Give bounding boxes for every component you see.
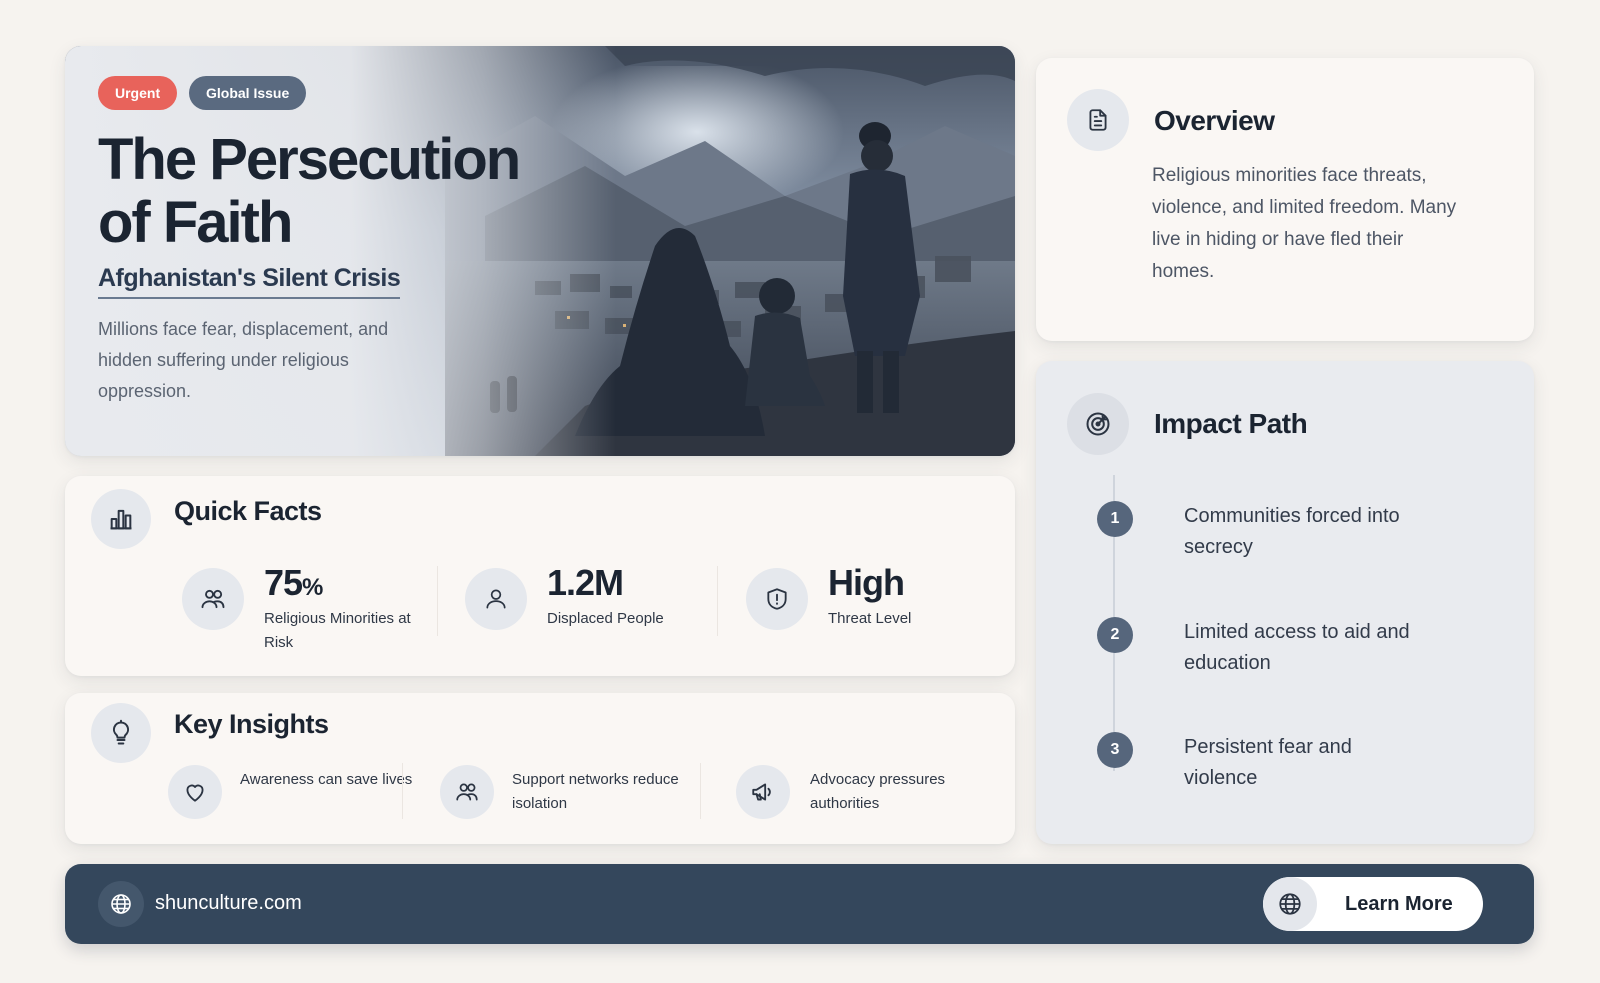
quick-facts-title: Quick Facts [174, 496, 322, 526]
impact-path-title: Impact Path [1154, 408, 1308, 439]
shield-alert-icon [746, 568, 808, 630]
fact-value-number: High [828, 562, 905, 603]
insight-text: Support networks reduce isolation [512, 771, 679, 812]
footer-bar: shunculture.com Learn More [65, 864, 1534, 944]
global-issue-badge: Global Issue [189, 76, 307, 110]
page-subtitle: Afghanistan's Silent Crisis [98, 264, 401, 299]
step-number: 3 [1097, 732, 1133, 768]
step-number: 2 [1097, 617, 1133, 653]
page-title: The Persecution of Faith [98, 127, 521, 255]
fact-value: High [828, 562, 905, 604]
overview-text: Religious minorities face threats, viole… [1152, 165, 1457, 282]
key-insights-title: Key Insights [174, 709, 329, 739]
fact-label: Religious Minorities at Risk [264, 610, 411, 651]
fact-label: Threat Level [828, 610, 912, 627]
step-text: Persistent fear and violence [1184, 736, 1352, 789]
hero-banner: Urgent Global Issue The Persecution of F… [65, 46, 1015, 456]
target-icon [1067, 393, 1129, 455]
step-text: Limited access to aid and education [1184, 621, 1410, 674]
step-number: 1 [1097, 501, 1133, 537]
globe-icon [98, 881, 144, 927]
bar-chart-icon [91, 489, 151, 549]
lightbulb-icon [91, 703, 151, 763]
urgent-badge: Urgent [98, 76, 178, 110]
document-icon [1067, 89, 1129, 151]
key-insights-card: Key Insights Awareness can save lives Su… [65, 693, 1015, 844]
globe-icon [1263, 877, 1317, 931]
overview-card: Overview Religious minorities face threa… [1036, 58, 1534, 341]
step-text: Communities forced into secrecy [1184, 505, 1400, 558]
fact-value-unit: % [302, 574, 324, 601]
learn-more-label: Learn More [1345, 893, 1453, 915]
people-group-icon [182, 568, 244, 630]
website-link[interactable]: shunculture.com [155, 892, 302, 915]
impact-path-card: Impact Path 1 Communities forced into se… [1036, 361, 1534, 844]
insight-text: Advocacy pressures authorities [810, 771, 946, 812]
learn-more-button[interactable]: Learn More [1263, 877, 1483, 931]
fact-value-number: 75 [264, 562, 303, 603]
quick-facts-card: Quick Facts 75% Religious Minorities at … [65, 476, 1015, 676]
heart-icon [168, 765, 222, 819]
overview-title: Overview [1154, 105, 1275, 136]
divider [402, 763, 403, 819]
megaphone-icon [736, 765, 790, 819]
insight-text: Awareness can save lives [240, 771, 413, 788]
hero-description: Millions face fear, displacement, and hi… [98, 319, 389, 401]
person-icon [465, 568, 527, 630]
fact-value: 75% [264, 562, 323, 604]
people-group-icon [440, 765, 494, 819]
divider [437, 566, 438, 636]
divider [717, 566, 718, 636]
divider [700, 763, 701, 819]
fact-label: Displaced People [547, 610, 664, 627]
fact-value-number: 1.2M [547, 562, 624, 603]
fact-value: 1.2M [547, 562, 624, 604]
